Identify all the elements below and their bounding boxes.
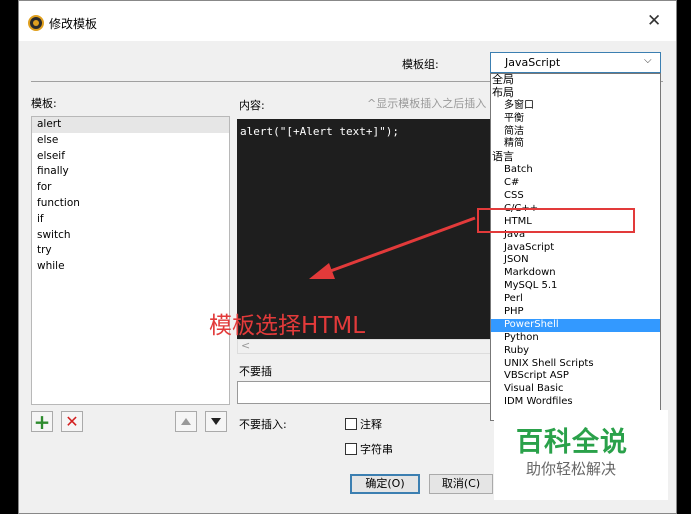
dropdown-option[interactable]: MySQL 5.1 xyxy=(491,280,660,293)
templates-label: 模板: xyxy=(31,97,57,110)
dropdown-option[interactable]: JavaScript xyxy=(491,242,660,255)
ok-button[interactable]: 确定(O) xyxy=(350,474,420,494)
watermark-sub-text: 助你轻松解决 xyxy=(526,460,617,478)
app-logo-icon xyxy=(28,15,44,31)
template-list-item[interactable]: switch xyxy=(32,228,229,244)
delete-icon: ✕ xyxy=(65,411,79,431)
dropdown-option[interactable]: UNIX Shell Scripts xyxy=(491,358,660,371)
dropdown-option[interactable]: VBScript ASP xyxy=(491,370,660,383)
dropdown-option[interactable]: 布局 xyxy=(491,86,660,100)
template-list-item[interactable]: if xyxy=(32,212,229,228)
no-insert-input[interactable] xyxy=(237,381,497,404)
move-up-button[interactable] xyxy=(175,411,197,432)
template-list-item[interactable]: for xyxy=(32,180,229,196)
template-list-item[interactable]: alert xyxy=(32,117,229,133)
title-bar: 修改模板 ✕ xyxy=(19,1,676,41)
close-icon[interactable]: ✕ xyxy=(647,13,661,30)
scroll-left-icon[interactable]: < xyxy=(241,339,250,352)
template-list-item[interactable]: elseif xyxy=(32,149,229,165)
dropdown-option[interactable]: PHP xyxy=(491,306,660,319)
delete-template-button[interactable]: ✕ xyxy=(61,411,83,432)
dropdown-option[interactable]: 平衡 xyxy=(491,113,660,126)
template-list-item[interactable]: finally xyxy=(32,164,229,180)
code-content: alert("[+Alert text+]"); xyxy=(240,125,399,138)
dropdown-option[interactable]: 多窗口 xyxy=(491,100,660,113)
watermark-main-text: 百科全说 xyxy=(516,427,628,458)
insert-hint-text: ^显示模板插入之后插入 xyxy=(367,97,487,110)
no-insert-options-label: 不要插入: xyxy=(239,418,287,431)
chevron-down-icon[interactable]: ⌵ xyxy=(644,55,652,66)
template-list[interactable]: alert else elseif finally for function if switc… xyxy=(31,116,230,405)
window-title: 修改模板 xyxy=(49,17,98,31)
add-template-button[interactable]: + xyxy=(31,411,53,432)
dropdown-option[interactable]: 语言 xyxy=(491,150,660,164)
dropdown-option[interactable]: PowerShell xyxy=(491,318,660,332)
watermark-logo: 百科全说 助你轻松解决 xyxy=(494,410,668,500)
comment-checkbox-label: 注释 xyxy=(360,418,382,431)
content-label: 内容: xyxy=(239,99,265,112)
annotation-text: 模板选择HTML xyxy=(209,313,366,339)
template-list-item[interactable]: while xyxy=(32,259,229,275)
move-down-button[interactable] xyxy=(205,411,227,432)
dropdown-option[interactable]: 全局 xyxy=(491,74,660,87)
dropdown-option[interactable]: JSON xyxy=(491,254,660,267)
dropdown-option[interactable]: Batch xyxy=(491,164,660,177)
template-group-select[interactable]: JavaScript xyxy=(490,52,661,73)
template-list-item[interactable]: else xyxy=(32,133,229,149)
no-insert-label: 不要插 xyxy=(239,365,272,378)
string-checkbox[interactable] xyxy=(345,443,357,455)
string-checkbox-label: 字符串 xyxy=(360,443,393,456)
cancel-button[interactable]: 取消(C) xyxy=(429,474,493,494)
dropdown-option[interactable]: CSS xyxy=(491,190,660,203)
dropdown-option[interactable]: Python xyxy=(491,332,660,345)
dropdown-option[interactable]: Perl xyxy=(491,293,660,306)
plus-icon: + xyxy=(33,409,51,434)
red-arrow-annotation xyxy=(309,216,476,279)
template-list-item[interactable]: try xyxy=(32,243,229,259)
template-list-item[interactable]: function xyxy=(32,196,229,212)
arrow-up-icon xyxy=(181,418,191,425)
dropdown-option[interactable]: C# xyxy=(491,177,660,190)
edit-template-dialog: 修改模板 ✕ 模板组: JavaScript ⌵ 模板: alert else el… xyxy=(18,0,677,514)
dropdown-option[interactable]: IDM Wordfiles xyxy=(491,396,660,409)
dropdown-option[interactable]: Markdown xyxy=(491,267,660,280)
arrow-down-icon xyxy=(211,418,221,425)
dropdown-option[interactable]: 简洁 xyxy=(491,126,660,139)
template-group-value: JavaScript xyxy=(505,56,561,69)
html-highlight-box xyxy=(477,208,635,233)
dropdown-option[interactable]: Ruby xyxy=(491,345,660,358)
comment-checkbox[interactable] xyxy=(345,418,357,430)
dropdown-option[interactable]: 精简 xyxy=(491,138,660,151)
template-group-label: 模板组: xyxy=(402,58,439,71)
template-group-dropdown[interactable]: 全局 布局 多窗口 平衡 简洁 精简 语言 Batch C# CSS C/C++ HTML Java Ja… xyxy=(490,73,661,421)
dropdown-option[interactable]: Visual Basic xyxy=(491,383,660,396)
horizontal-scrollbar[interactable] xyxy=(237,339,497,354)
